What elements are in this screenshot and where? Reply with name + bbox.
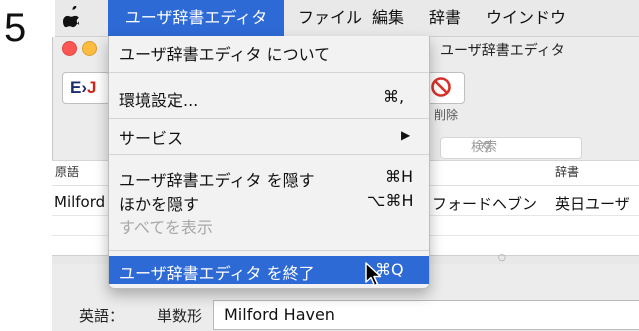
menu-item-label: 環境設定... (119, 91, 199, 110)
singular-label: 単数形 (157, 307, 203, 325)
menu-item-label: ユーザ辞書エディタ について (119, 45, 331, 64)
app-dropdown-menu: ユーザ辞書エディタ について 環境設定... ⌘, サービス ▶ ユーザ辞書エデ… (108, 36, 430, 289)
splitter-grip-icon: ○ (498, 253, 506, 263)
menu-item-shortcut: ⌘, (383, 87, 405, 106)
menu-separator (109, 154, 429, 155)
delete-label: 削除 (434, 108, 459, 122)
cell-dict: 英日ユーザ (555, 195, 630, 213)
minimize-window-button[interactable] (82, 41, 97, 56)
menu-item-shortcut: ⌘H (385, 167, 414, 186)
menu-edit[interactable]: 編集 (372, 0, 404, 36)
menu-separator (109, 250, 429, 251)
menu-dictionary[interactable]: 辞書 (429, 0, 461, 36)
mouse-pointer-icon (365, 262, 382, 287)
menu-item-about[interactable]: ユーザ辞書エディタ について (109, 38, 429, 64)
close-window-button[interactable] (62, 41, 77, 56)
column-header-dict[interactable]: 辞書 (555, 163, 579, 180)
menu-item-services[interactable]: サービス ▶ (109, 122, 429, 148)
menu-file[interactable]: ファイル (298, 0, 362, 36)
step-number: 5 (4, 6, 27, 50)
prohibit-icon (431, 77, 451, 97)
logo-j: J (87, 78, 97, 97)
ej-toolbar-icon[interactable]: E›J (62, 72, 110, 104)
menu-item-preferences[interactable]: 環境設定... ⌘, (109, 84, 429, 110)
logo-e: E (70, 78, 82, 97)
column-header-source[interactable]: 原語 (55, 163, 79, 180)
search-input[interactable]: 検索 (440, 137, 582, 159)
singular-form-field[interactable]: Milford Haven (213, 300, 639, 330)
window-title: ユーザ辞書エディタ (440, 43, 565, 59)
search-icon: ⚲ (482, 140, 492, 155)
menu-item-label: サービス (119, 129, 184, 148)
menu-separator (109, 72, 429, 73)
english-label: 英語： (79, 307, 125, 325)
menu-item-show-all[interactable]: すべてを表示 (109, 211, 429, 237)
apple-menu-icon[interactable] (63, 0, 81, 36)
menu-separator (109, 118, 429, 119)
menu-item-label: ユーザ辞書エディタ を終了 (119, 264, 315, 283)
menu-item-hide-app[interactable]: ユーザ辞書エディタ を隠す ⌘H (109, 164, 429, 190)
cell-reading: フォードヘブン (432, 195, 538, 213)
submenu-arrow-icon: ▶ (401, 128, 411, 142)
menu-window[interactable]: ウインドウ (486, 0, 566, 36)
menu-app-name[interactable]: ユーザ辞書エディタ (108, 0, 284, 36)
menu-item-shortcut: ⌥⌘H (367, 191, 414, 210)
menu-item-label: すべてを表示 (119, 218, 213, 237)
